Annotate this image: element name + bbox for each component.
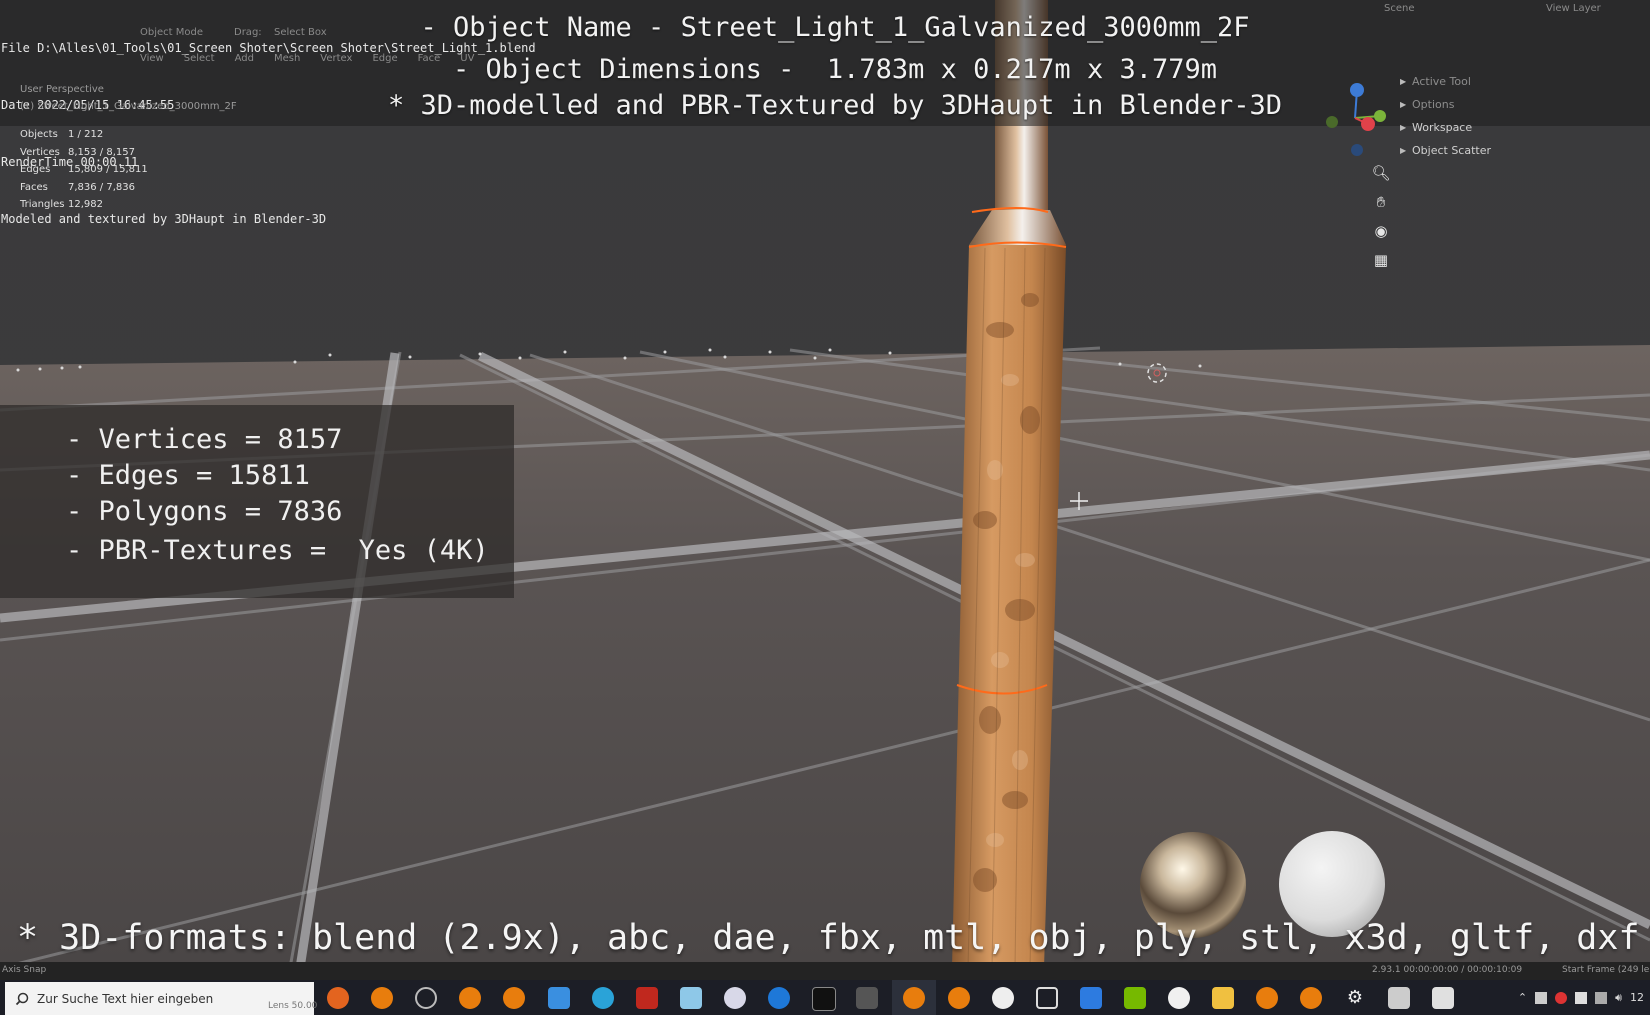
chevron-right-icon: ▶ bbox=[1400, 123, 1407, 132]
settings-gear-icon[interactable]: ⚙ bbox=[1344, 987, 1366, 1009]
obs-icon[interactable] bbox=[415, 987, 437, 1009]
blender-icon[interactable] bbox=[459, 987, 481, 1009]
scene-statistics: Objects 1 / 212 Vertices 8,153 / 8,157 Edg… bbox=[20, 126, 148, 214]
blender-icon[interactable] bbox=[1300, 987, 1322, 1009]
status-axis-snap: Axis Snap bbox=[2, 965, 47, 975]
navigation-gizmo[interactable] bbox=[1320, 78, 1390, 158]
cube-icon[interactable] bbox=[1036, 987, 1058, 1009]
panel-active-tool[interactable]: ▶ Active Tool bbox=[1400, 70, 1650, 93]
mail-icon[interactable] bbox=[548, 987, 570, 1009]
stat-objects: Objects 1 / 212 bbox=[20, 129, 104, 140]
axis-gizmo-icon bbox=[1326, 83, 1386, 156]
terminal-icon[interactable] bbox=[812, 987, 836, 1011]
3d-viewport[interactable]: Object Mode Drag: Select Box View Select… bbox=[0, 0, 1650, 968]
object-name-title: - Object Name - Street_Light_1_Galvanize… bbox=[420, 12, 1250, 43]
blender-icon[interactable] bbox=[948, 987, 970, 1009]
camera-view-icon[interactable]: ◉ bbox=[1370, 220, 1392, 242]
chat-icon[interactable] bbox=[768, 987, 790, 1009]
app-window-icon[interactable] bbox=[1388, 987, 1410, 1009]
perspective-label: User Perspective bbox=[20, 84, 104, 95]
formats-caption: * 3D-formats: blend (2.9x), abc, dae, fb… bbox=[17, 918, 1640, 958]
firefox-icon[interactable] bbox=[327, 987, 349, 1009]
blender-icon[interactable] bbox=[1256, 987, 1278, 1009]
panel-object-scatter[interactable]: ▶ Object Scatter bbox=[1400, 139, 1650, 162]
app-doc-icon[interactable] bbox=[1432, 987, 1454, 1009]
volume-icon[interactable]: 🔊︎ bbox=[1615, 991, 1622, 1005]
panel-workspace[interactable]: ▶ Workspace bbox=[1400, 116, 1650, 139]
wifi-icon[interactable] bbox=[1595, 991, 1608, 1004]
search-icon bbox=[15, 992, 29, 1005]
app-red-icon[interactable] bbox=[636, 987, 658, 1009]
search-placeholder: Zur Suche Text hier eingeben bbox=[37, 991, 214, 1006]
chevron-right-icon: ▶ bbox=[1400, 100, 1407, 109]
antivirus-icon[interactable] bbox=[1555, 991, 1568, 1004]
system-tray: ⌃ 🔊︎ 12 bbox=[1518, 980, 1644, 1015]
spec-vertices: - Vertices = 8157 bbox=[66, 424, 343, 455]
windows-taskbar: Zur Suche Text hier eingeben Lens 50.00 … bbox=[0, 980, 1650, 1015]
viewport-info: User Perspective (1) Street_Light_1_Galv… bbox=[20, 81, 237, 115]
app-circle-icon[interactable] bbox=[1168, 987, 1190, 1009]
chevron-right-icon: ▶ bbox=[1400, 146, 1407, 155]
clock[interactable]: 12 bbox=[1630, 991, 1644, 1004]
stat-edges: Edges 15,809 / 15,811 bbox=[20, 164, 148, 175]
chevron-right-icon: ▶ bbox=[1400, 77, 1407, 86]
notes-icon[interactable] bbox=[680, 987, 702, 1009]
app-cloud-icon[interactable] bbox=[724, 987, 746, 1009]
status-start-frame: Start Frame (249 le bbox=[1562, 965, 1650, 975]
folder-icon[interactable] bbox=[1212, 987, 1234, 1009]
stat-vertices: Vertices 8,153 / 8,157 bbox=[20, 146, 135, 158]
blender-icon[interactable] bbox=[371, 987, 393, 1009]
chevron-up-icon[interactable]: ⌃ bbox=[1518, 991, 1527, 1004]
battery-icon[interactable] bbox=[1575, 991, 1588, 1004]
active-object-label: (1) Street_Light_1_Galvanized_3000mm_2F bbox=[20, 101, 237, 112]
spec-textures: - PBR-Textures = Yes (4K) bbox=[66, 535, 489, 566]
stat-faces: Faces 7,836 / 7,836 bbox=[20, 181, 135, 193]
stat-triangles: Triangles 12,982 bbox=[20, 199, 103, 210]
edge-browser-icon[interactable] bbox=[592, 987, 614, 1009]
lens-readout: Lens 50.00 bbox=[268, 1001, 318, 1011]
status-bar: Axis Snap 2.93.1 00:00:00:00 / 00:00:10:… bbox=[0, 962, 1650, 980]
panel-options[interactable]: ▶ Options bbox=[1400, 93, 1650, 116]
ortho-grid-icon[interactable]: ▦ bbox=[1370, 249, 1392, 271]
network-icon[interactable] bbox=[1535, 991, 1548, 1004]
pan-hand-icon[interactable]: ✋︎ bbox=[1370, 191, 1392, 213]
status-version-timecode: 2.93.1 00:00:00:00 / 00:00:10:09 bbox=[1372, 965, 1523, 975]
sidebar-tool-panel: ▶ Active Tool ▶ Options ▶ Workspace ▶ Object… bbox=[1400, 70, 1650, 162]
calendar-icon[interactable] bbox=[1080, 987, 1102, 1009]
zoom-icon[interactable]: 🔍︎ bbox=[1370, 162, 1392, 184]
spec-edges: - Edges = 15811 bbox=[66, 460, 310, 491]
panda-icon[interactable] bbox=[992, 987, 1014, 1009]
spec-overlay-box: - Vertices = 8157 - Edges = 15811 - Poly… bbox=[0, 405, 514, 598]
app-dark-icon[interactable] bbox=[856, 987, 878, 1009]
spec-polygons: - Polygons = 7836 bbox=[66, 496, 343, 527]
blender-icon[interactable] bbox=[503, 987, 525, 1009]
nvidia-icon[interactable] bbox=[1124, 987, 1146, 1009]
blender-icon[interactable] bbox=[903, 987, 925, 1009]
